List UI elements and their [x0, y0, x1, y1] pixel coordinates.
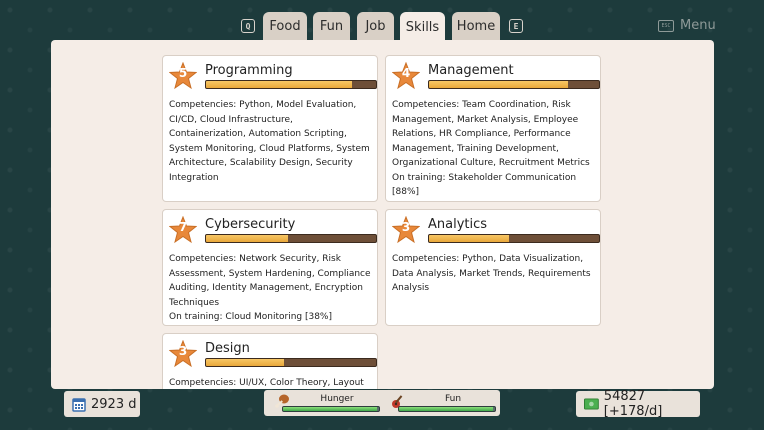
skill-competencies: Competencies: Python, Model Evaluation, … [169, 100, 370, 183]
skill-training: On training: Stakeholder Communication [… [392, 172, 577, 198]
fun-meter: Fun [388, 392, 496, 414]
skill-name: Analytics [428, 217, 488, 232]
tab-home[interactable]: Home [452, 12, 500, 40]
next-tab-key[interactable]: E [509, 19, 523, 33]
hunger-meter: Hunger [272, 392, 380, 414]
money-counter: 54827 [+178/d] [576, 389, 700, 419]
menu-button[interactable]: ESC Menu [658, 18, 716, 33]
skill-competencies: Competencies: Team Coordination, Risk Ma… [392, 100, 590, 168]
skill-progress-bar [205, 358, 377, 367]
fun-bar [398, 406, 496, 412]
star-icon: 5 [168, 61, 198, 90]
tab-fun-label: Fun [319, 18, 344, 34]
star-icon: 3 [168, 339, 198, 368]
hunger-label: Hunger [320, 394, 354, 404]
fun-label: Fun [444, 394, 462, 404]
skill-card-programming: 5 Programming Competencies: Python, Mode… [162, 55, 378, 202]
skill-progress-bar [205, 234, 377, 243]
skill-progress-bar [428, 80, 600, 89]
skill-name: Design [205, 341, 250, 356]
top-nav: Q Food Fun Job Skills Home E [0, 12, 764, 42]
tab-job[interactable]: Job [357, 12, 394, 40]
menu-label: Menu [680, 18, 716, 33]
days-counter: 2923 d [64, 391, 140, 417]
skill-name: Management [428, 63, 514, 78]
tab-food[interactable]: Food [263, 12, 307, 40]
tab-fun[interactable]: Fun [313, 12, 350, 40]
star-icon: 7 [168, 215, 198, 244]
skills-panel: 5 Programming Competencies: Python, Mode… [51, 40, 714, 389]
hunger-bar [282, 406, 380, 412]
skill-card-design: 3 Design Competencies: UI/UX, Color Theo… [162, 333, 378, 389]
skill-progress-bar [205, 80, 377, 89]
tab-food-label: Food [269, 18, 301, 34]
skill-level: 7 [178, 220, 188, 234]
skill-competencies: Competencies: Network Security, Risk Ass… [169, 254, 371, 308]
calendar-icon [72, 397, 86, 412]
prev-tab-key[interactable]: Q [241, 19, 255, 33]
skill-level: 3 [401, 220, 411, 234]
skill-card-management: 4 Management Competencies: Team Coordina… [385, 55, 601, 202]
star-icon: 3 [391, 215, 421, 244]
days-value: 2923 d [91, 396, 137, 412]
needs-panel: Hunger Fun [264, 390, 500, 416]
skill-training: On training: Cloud Monitoring [38%] [169, 312, 332, 322]
skill-level: 5 [178, 66, 188, 80]
skill-competencies: Competencies: UI/UX, Color Theory, Layou… [169, 378, 364, 388]
cash-icon [584, 398, 599, 410]
skill-progress-bar [428, 234, 600, 243]
money-value: 54827 [+178/d] [603, 389, 663, 419]
tab-skills[interactable]: Skills [400, 12, 445, 42]
esc-key-icon: ESC [658, 19, 674, 32]
tab-job-label: Job [365, 18, 386, 34]
tab-home-label: Home [456, 18, 496, 34]
skill-competencies: Competencies: Python, Data Visualization… [392, 254, 591, 293]
skill-card-analytics: 3 Analytics Competencies: Python, Data V… [385, 209, 601, 326]
tab-skills-label: Skills [405, 19, 440, 35]
skill-name: Programming [205, 63, 293, 78]
skill-name: Cybersecurity [205, 217, 296, 232]
skill-level: 3 [178, 344, 188, 358]
skill-card-cybersecurity: 7 Cybersecurity Competencies: Network Se… [162, 209, 378, 326]
skill-level: 4 [401, 66, 411, 80]
star-icon: 4 [391, 61, 421, 90]
